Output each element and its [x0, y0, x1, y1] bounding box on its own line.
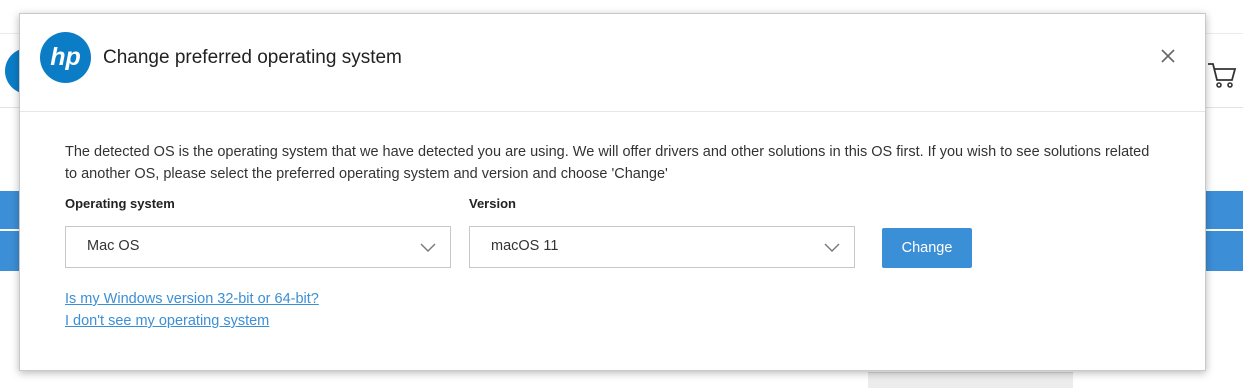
change-os-dialog: hp Change preferred operating system The…	[19, 13, 1206, 371]
missing-os-link[interactable]: I don't see my operating system	[65, 313, 269, 329]
cart-icon[interactable]	[1206, 58, 1238, 90]
hp-logo: hp	[40, 32, 91, 83]
change-button[interactable]: Change	[882, 228, 972, 268]
operating-system-select[interactable]: Mac OS	[65, 226, 451, 268]
close-icon[interactable]	[1158, 46, 1178, 66]
version-value: macOS 11	[491, 238, 559, 254]
dialog-title: Change preferred operating system	[103, 47, 402, 68]
svg-text:hp: hp	[50, 43, 81, 71]
chevron-down-icon	[824, 243, 840, 252]
operating-system-label: Operating system	[65, 196, 175, 211]
windows-bitness-link[interactable]: Is my Windows version 32-bit or 64-bit?	[65, 291, 319, 307]
page: hp Change preferred operating system The…	[0, 0, 1243, 388]
dialog-header: hp Change preferred operating system	[20, 14, 1205, 112]
version-select[interactable]: macOS 11	[469, 226, 855, 268]
background-product-image	[868, 372, 1073, 388]
operating-system-value: Mac OS	[87, 238, 140, 254]
chevron-down-icon	[420, 243, 436, 252]
dialog-description: The detected OS is the operating system …	[65, 144, 1150, 182]
version-label: Version	[469, 196, 516, 211]
